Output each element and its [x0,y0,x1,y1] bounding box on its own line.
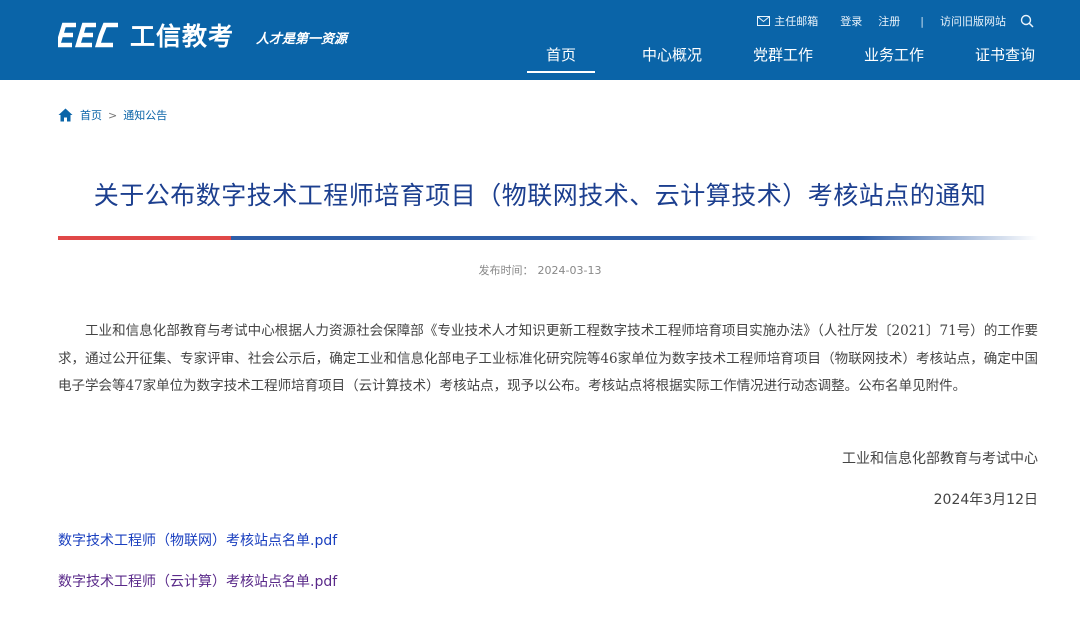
breadcrumb-current[interactable]: 通知公告 [123,107,167,123]
nav-business-work[interactable]: 业务工作 [860,36,928,73]
publish-date-value: 2024-03-13 [537,264,602,277]
home-icon[interactable] [58,108,73,122]
search-icon[interactable] [1020,14,1034,28]
nav-party-work[interactable]: 党群工作 [749,36,817,73]
director-mailbox-link[interactable]: 主任邮箱 [757,13,818,29]
article-body: 工业和信息化部教育与考试中心根据人力资源社会保障部《专业技术人才知识更新工程数字… [58,323,1038,394]
login-link[interactable]: 登录 [840,13,862,29]
title-divider [58,236,1038,240]
breadcrumb-separator: > [108,108,118,122]
main-nav: 首页 中心概况 党群工作 业务工作 证书查询 [0,36,1080,80]
signature-organization: 工业和信息化部教育与考试中心 [842,451,1038,467]
old-site-link[interactable]: 访问旧版网站 [940,13,1006,29]
attachment-link-iot[interactable]: 数字技术工程师（物联网）考核站点名单.pdf [58,530,337,550]
mail-icon [757,16,771,26]
director-mailbox-label: 主任邮箱 [774,15,819,28]
top-links-separator: | [920,14,924,28]
breadcrumb-home[interactable]: 首页 [80,107,102,123]
attachment-link-cloud[interactable]: 数字技术工程师（云计算）考核站点名单.pdf [58,571,337,591]
article-title: 关于公布数字技术工程师培育项目（物联网技术、云计算技术）考核站点的通知 [93,181,987,210]
publish-date: 发布时间： 2024-03-13 [0,262,1080,278]
register-link[interactable]: 注册 [878,13,900,29]
breadcrumb: 首页 > 通知公告 [58,106,167,124]
top-links: 主任邮箱 登录 注册 | 访问旧版网站 [741,12,1034,30]
site-header: 工信教考 人才是第一资源 主任邮箱 登录 注册 | 访问旧版网站 首页 中心概况… [0,0,1080,80]
nav-certificate-query[interactable]: 证书查询 [971,36,1039,73]
publish-date-label: 发布时间： [478,264,534,277]
nav-center-overview[interactable]: 中心概况 [638,36,706,73]
nav-home[interactable]: 首页 [527,36,595,73]
signature-date: 2024年3月12日 [933,492,1038,508]
